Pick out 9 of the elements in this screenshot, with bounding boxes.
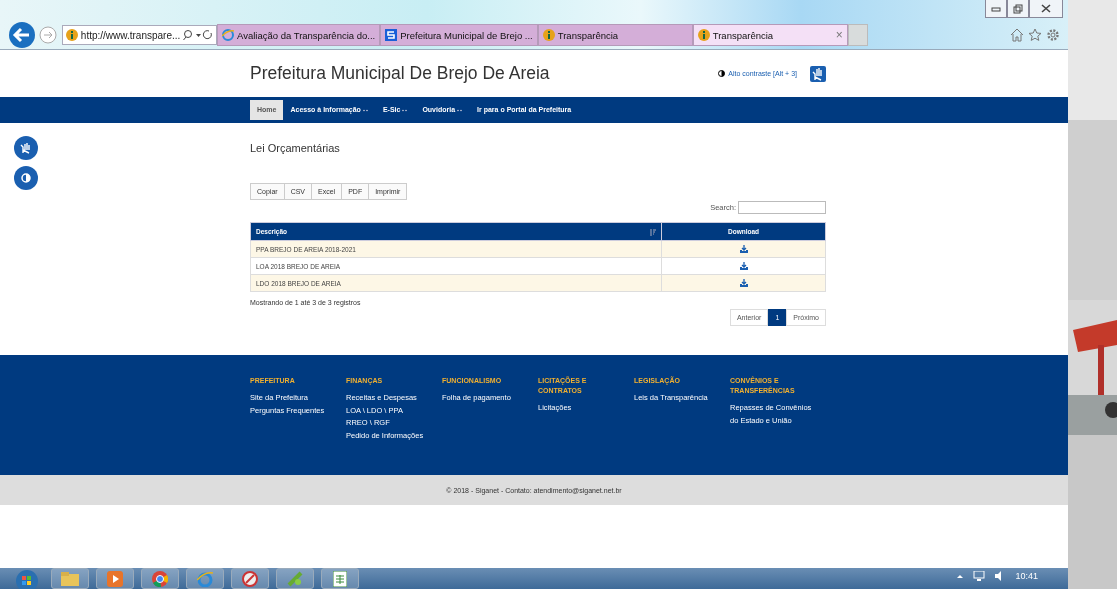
address-bar[interactable]: http://www.transpare... — [62, 25, 217, 45]
browser-tab[interactable]: Prefeitura Municipal de Brejo ... — [380, 24, 538, 46]
browser-tab[interactable]: Transparência × — [692, 24, 848, 46]
close-tab-button[interactable]: × — [835, 28, 843, 42]
browser-tab[interactable]: Avaliação da Transparência do... — [217, 24, 381, 46]
site-title: Prefeitura Municipal De Brejo De Areia — [250, 63, 550, 84]
clock[interactable]: 10:41 — [1015, 571, 1038, 581]
browser-tab[interactable]: Transparência — [537, 24, 693, 46]
page-heading: Lei Orçamentárias — [250, 142, 341, 154]
